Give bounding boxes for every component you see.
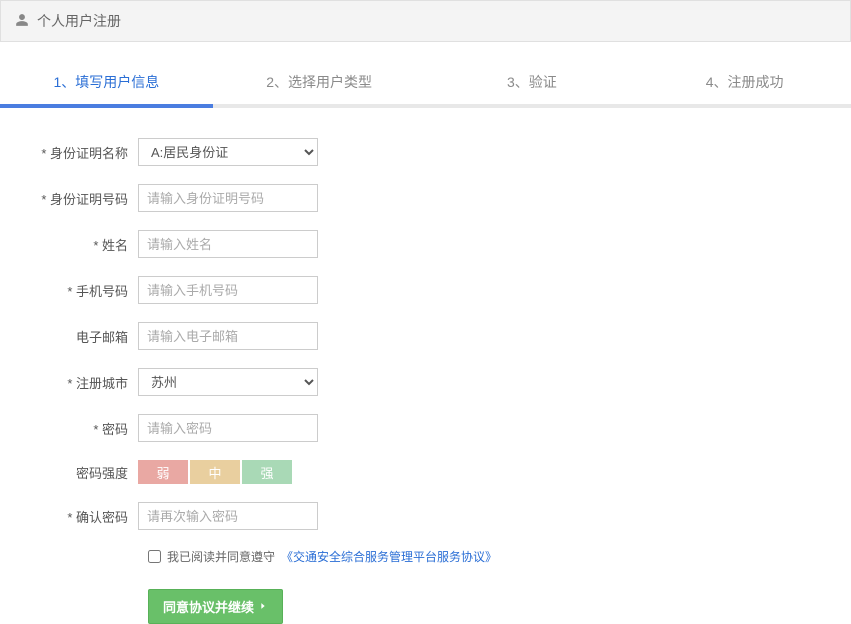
step-progress-3 bbox=[426, 104, 639, 108]
agree-text: 我已阅读并同意遵守 bbox=[167, 548, 275, 565]
user-icon bbox=[15, 13, 29, 30]
agree-checkbox[interactable] bbox=[148, 550, 161, 563]
email-input[interactable] bbox=[138, 322, 318, 350]
mobile-input[interactable] bbox=[138, 276, 318, 304]
step-3: 3、验证 bbox=[426, 62, 639, 104]
city-select[interactable]: 苏州 bbox=[138, 368, 318, 396]
name-label: * 姓名 bbox=[0, 235, 138, 254]
step-progress-1 bbox=[0, 104, 213, 108]
password-strength-meter: 弱 中 强 bbox=[138, 460, 292, 484]
city-label: * 注册城市 bbox=[0, 373, 138, 392]
step-progress-4 bbox=[638, 104, 851, 108]
step-4: 4、注册成功 bbox=[638, 62, 851, 104]
email-label: 电子邮箱 bbox=[0, 327, 138, 346]
header-title: 个人用户注册 bbox=[37, 11, 121, 31]
id-number-input[interactable] bbox=[138, 184, 318, 212]
confirm-label: * 确认密码 bbox=[0, 507, 138, 526]
step-progress-2 bbox=[213, 104, 426, 108]
step-1: 1、填写用户信息 bbox=[0, 62, 213, 104]
submit-button[interactable]: 同意协议并继续 bbox=[148, 589, 283, 624]
id-type-select[interactable]: A:居民身份证 bbox=[138, 138, 318, 166]
id-number-label: * 身份证明号码 bbox=[0, 189, 138, 208]
step-2: 2、选择用户类型 bbox=[213, 62, 426, 104]
strength-weak: 弱 bbox=[138, 460, 188, 484]
strength-label: 密码强度 bbox=[0, 463, 138, 482]
step-progress bbox=[0, 104, 851, 108]
strength-mid: 中 bbox=[190, 460, 240, 484]
confirm-input[interactable] bbox=[138, 502, 318, 530]
submit-label: 同意协议并继续 bbox=[163, 597, 254, 616]
name-input[interactable] bbox=[138, 230, 318, 258]
agreement-link[interactable]: 《交通安全综合服务管理平台服务协议》 bbox=[281, 548, 497, 565]
password-label: * 密码 bbox=[0, 419, 138, 438]
id-type-label: * 身份证明名称 bbox=[0, 143, 138, 162]
registration-form: * 身份证明名称 A:居民身份证 * 身份证明号码 * 姓名 * 手机号码 电子… bbox=[0, 138, 851, 624]
step-tabs: 1、填写用户信息 2、选择用户类型 3、验证 4、注册成功 bbox=[0, 62, 851, 104]
mobile-label: * 手机号码 bbox=[0, 281, 138, 300]
password-input[interactable] bbox=[138, 414, 318, 442]
page-header: 个人用户注册 bbox=[0, 0, 851, 42]
chevron-right-icon bbox=[258, 599, 268, 614]
strength-strong: 强 bbox=[242, 460, 292, 484]
